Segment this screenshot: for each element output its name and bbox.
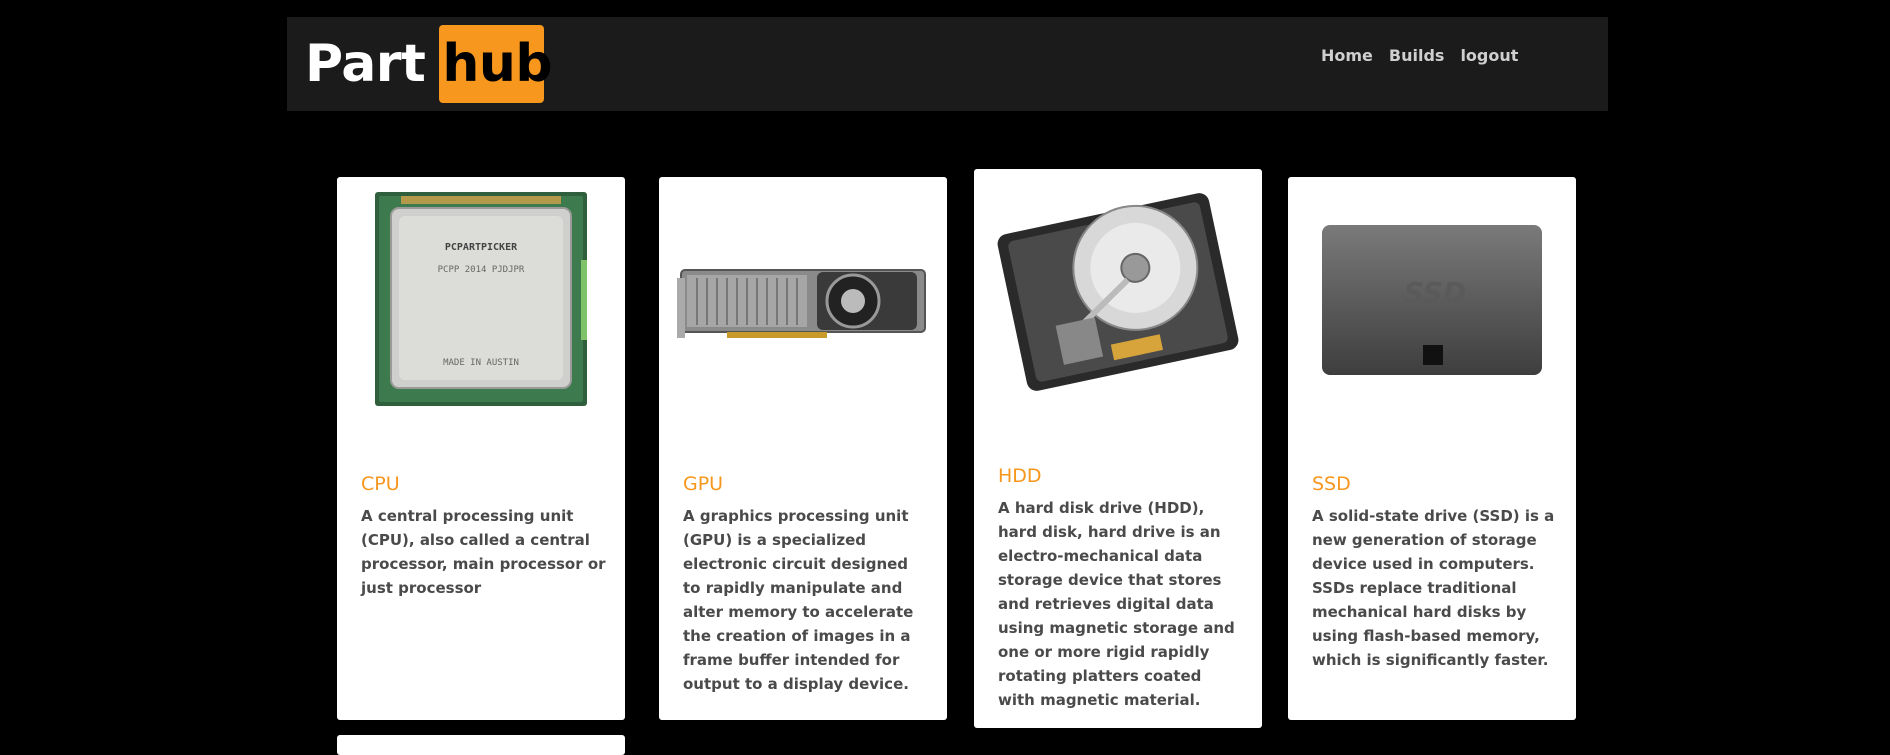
gpu-image (677, 205, 933, 395)
card-title: SSD (1312, 473, 1351, 495)
part-card-next[interactable] (337, 735, 625, 755)
card-title: HDD (998, 465, 1042, 487)
hdd-image (990, 193, 1246, 391)
nav-logout-link[interactable]: logout (1460, 46, 1518, 65)
site-header: Part hub Home Builds logout (287, 17, 1608, 111)
ssd-image: SSD (1308, 205, 1556, 395)
site-logo[interactable]: Part hub (305, 25, 553, 103)
cpu-image: PCPARTPICKER PCPP 2014 PJDJPR MADE IN AU… (357, 192, 605, 406)
main-nav: Home Builds logout (1321, 46, 1518, 65)
cpu-origin-text: MADE IN AUSTIN (443, 358, 519, 368)
card-description: A central processing unit (CPU), also ca… (361, 507, 606, 597)
part-card-gpu[interactable]: GPU A graphics processing unit (GPU) is … (659, 177, 947, 720)
part-card-hdd[interactable]: HDD A hard disk drive (HDD), hard disk, … (974, 169, 1262, 728)
card-title: GPU (683, 473, 724, 495)
card-description: A hard disk drive (HDD), hard disk, hard… (998, 499, 1235, 709)
card-description: A graphics processing unit (GPU) is a sp… (683, 507, 914, 693)
part-card-cpu[interactable]: PCPARTPICKER PCPP 2014 PJDJPR MADE IN AU… (337, 177, 625, 720)
cpu-model-text: PCPP 2014 PJDJPR (438, 265, 525, 275)
logo-part-text: Part (305, 34, 426, 94)
cpu-brand-text: PCPARTPICKER (445, 242, 518, 253)
nav-builds-link[interactable]: Builds (1389, 46, 1445, 65)
nav-home-link[interactable]: Home (1321, 46, 1373, 65)
ssd-label-text: SSD (1404, 276, 1467, 309)
logo-hub-text: hub (439, 25, 553, 103)
card-description: A solid-state drive (SSD) is a new gener… (1312, 507, 1555, 669)
card-title: CPU (361, 473, 400, 495)
part-card-ssd[interactable]: SSD SSD A solid-state drive (SSD) is a n… (1288, 177, 1576, 720)
